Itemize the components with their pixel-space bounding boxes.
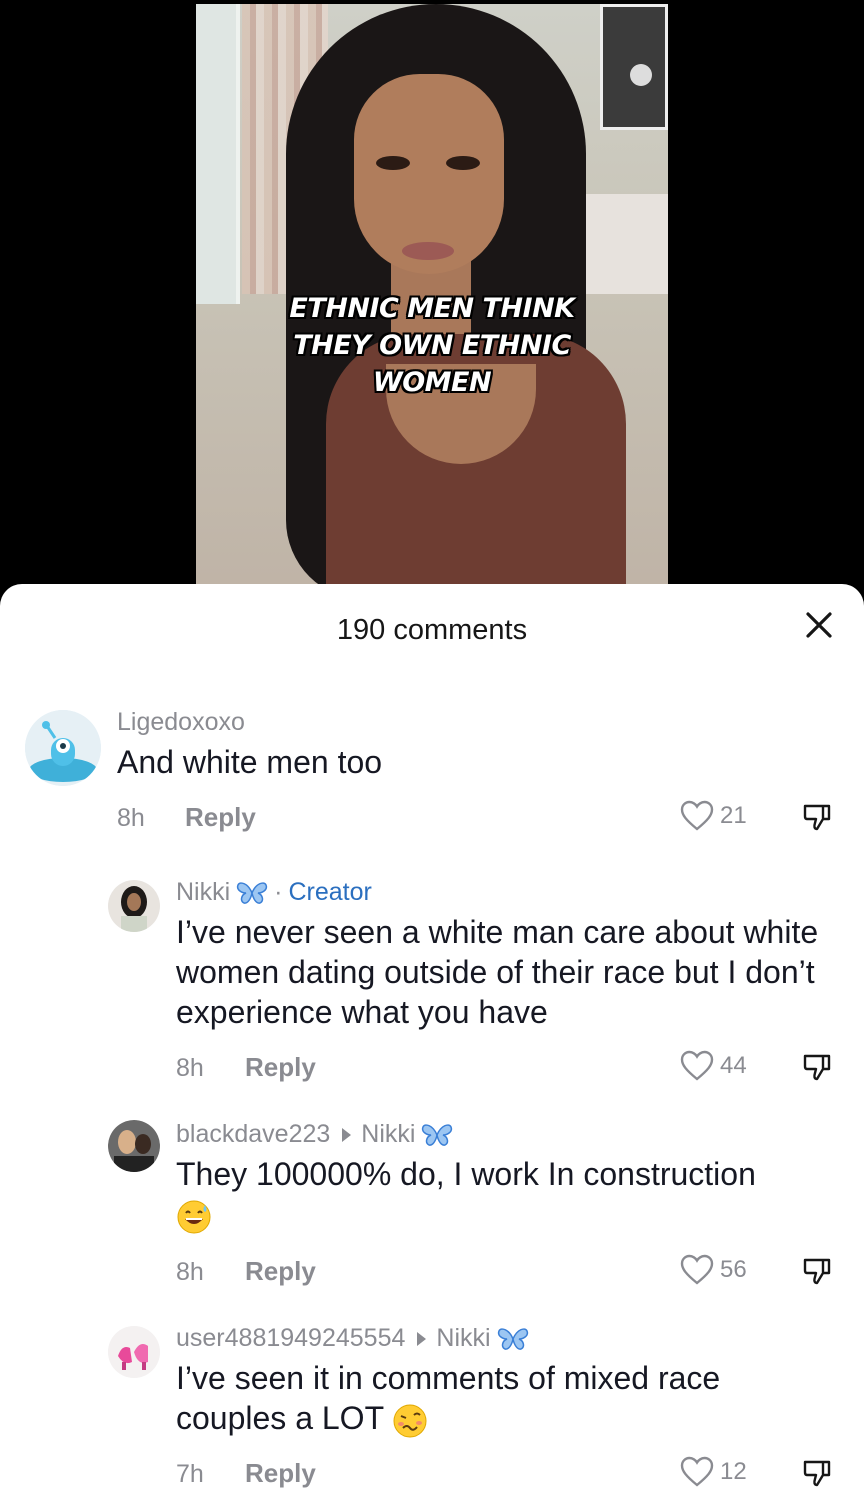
- grinning-sweat-emoji-icon: [177, 1200, 211, 1234]
- poster-disc: [630, 64, 652, 86]
- profile-photo-icon: [108, 1120, 160, 1172]
- pink-shoes-avatar-icon: [108, 1326, 160, 1378]
- lips: [402, 242, 454, 260]
- butterfly-emoji-icon: [497, 1327, 528, 1350]
- right-eye: [446, 156, 480, 170]
- comment-text-content: They 100000% do, I work In construction: [176, 1156, 756, 1192]
- reply-to-username[interactable]: Nikki: [361, 1120, 415, 1149]
- comment-text: They 100000% do, I work In construction: [176, 1154, 838, 1235]
- reply-arrow-icon: [417, 1331, 427, 1346]
- comment-username[interactable]: Ligedoxoxo: [117, 708, 245, 737]
- heart-icon: [680, 800, 714, 831]
- dislike-icon[interactable]: [802, 1256, 834, 1288]
- reply-button[interactable]: Reply: [245, 1458, 316, 1489]
- close-icon[interactable]: [804, 610, 834, 640]
- comment-item: Ligedoxoxo And white men too 8h Reply 21: [0, 704, 864, 844]
- comment-text: I’ve seen it in comments of mixed race c…: [176, 1358, 838, 1439]
- woozy-face-emoji-icon: [393, 1404, 427, 1438]
- like-count: 12: [720, 1458, 747, 1485]
- butterfly-emoji-icon: [422, 1123, 453, 1146]
- comment-text: And white men too: [117, 744, 383, 780]
- dislike-icon[interactable]: [802, 1458, 834, 1490]
- creator-badge: Creator: [288, 878, 372, 906]
- comment-item: Nikki · Creator I’ve never seen a white …: [0, 874, 864, 1094]
- username-label[interactable]: user4881949245554: [176, 1324, 405, 1353]
- like-button[interactable]: 44: [680, 1050, 747, 1082]
- reply-arrow-icon: [342, 1127, 352, 1142]
- like-button[interactable]: 21: [680, 800, 747, 832]
- person-face: [354, 74, 504, 274]
- video-area[interactable]: ETHNIC MEN THINK THEY OWN ETHNIC WOMEN: [0, 0, 864, 600]
- window: [196, 4, 240, 304]
- comment-text-content: I’ve seen it in comments of mixed race c…: [176, 1360, 721, 1436]
- dislike-icon[interactable]: [802, 802, 834, 834]
- heart-icon: [680, 1254, 714, 1285]
- comment-item: user4881949245554 Nikki I’ve seen it in …: [0, 1320, 864, 1495]
- like-button[interactable]: 56: [680, 1254, 747, 1286]
- separator-dot: ·: [274, 878, 283, 906]
- comments-sheet: 190 comments Ligedoxoxo And white men to…: [0, 584, 864, 1495]
- comment-item: blackdave223 Nikki They 100000% do, I wo…: [0, 1116, 864, 1296]
- left-eye: [376, 156, 410, 170]
- username-label[interactable]: blackdave223: [176, 1120, 330, 1149]
- like-button[interactable]: 12: [680, 1456, 747, 1488]
- heart-icon: [680, 1456, 714, 1487]
- reply-button[interactable]: Reply: [245, 1256, 316, 1287]
- avatar[interactable]: [108, 880, 160, 932]
- avatar[interactable]: [108, 1326, 160, 1378]
- like-count: 21: [720, 802, 747, 829]
- comment-username[interactable]: blackdave223 Nikki: [176, 1120, 453, 1149]
- like-count: 44: [720, 1052, 747, 1079]
- video-frame[interactable]: ETHNIC MEN THINK THEY OWN ETHNIC WOMEN: [196, 4, 668, 600]
- comment-time: 7h: [176, 1460, 204, 1488]
- comment-text: I’ve never seen a white man care about w…: [176, 914, 819, 1030]
- comment-time: 8h: [117, 804, 145, 832]
- username-label[interactable]: Nikki: [176, 878, 230, 907]
- reply-button[interactable]: Reply: [245, 1052, 316, 1083]
- dislike-icon[interactable]: [802, 1052, 834, 1084]
- reply-to-username[interactable]: Nikki: [436, 1324, 490, 1353]
- comment-username[interactable]: user4881949245554 Nikki: [176, 1324, 529, 1353]
- comment-time: 8h: [176, 1258, 204, 1286]
- avatar[interactable]: [108, 1120, 160, 1172]
- username-label[interactable]: Ligedoxoxo: [117, 708, 245, 737]
- video-caption: ETHNIC MEN THINK THEY OWN ETHNIC WOMEN: [289, 293, 575, 398]
- heart-icon: [680, 1050, 714, 1081]
- butterfly-emoji-icon: [237, 881, 268, 904]
- comments-count-title: 190 comments: [336, 614, 528, 646]
- like-count: 56: [720, 1256, 747, 1283]
- reply-button[interactable]: Reply: [185, 802, 256, 833]
- comment-time: 8h: [176, 1054, 204, 1082]
- avatar[interactable]: [25, 710, 101, 786]
- profile-photo-icon: [108, 880, 160, 932]
- alien-avatar-icon: [25, 710, 101, 786]
- comment-username[interactable]: Nikki · Creator: [176, 878, 372, 907]
